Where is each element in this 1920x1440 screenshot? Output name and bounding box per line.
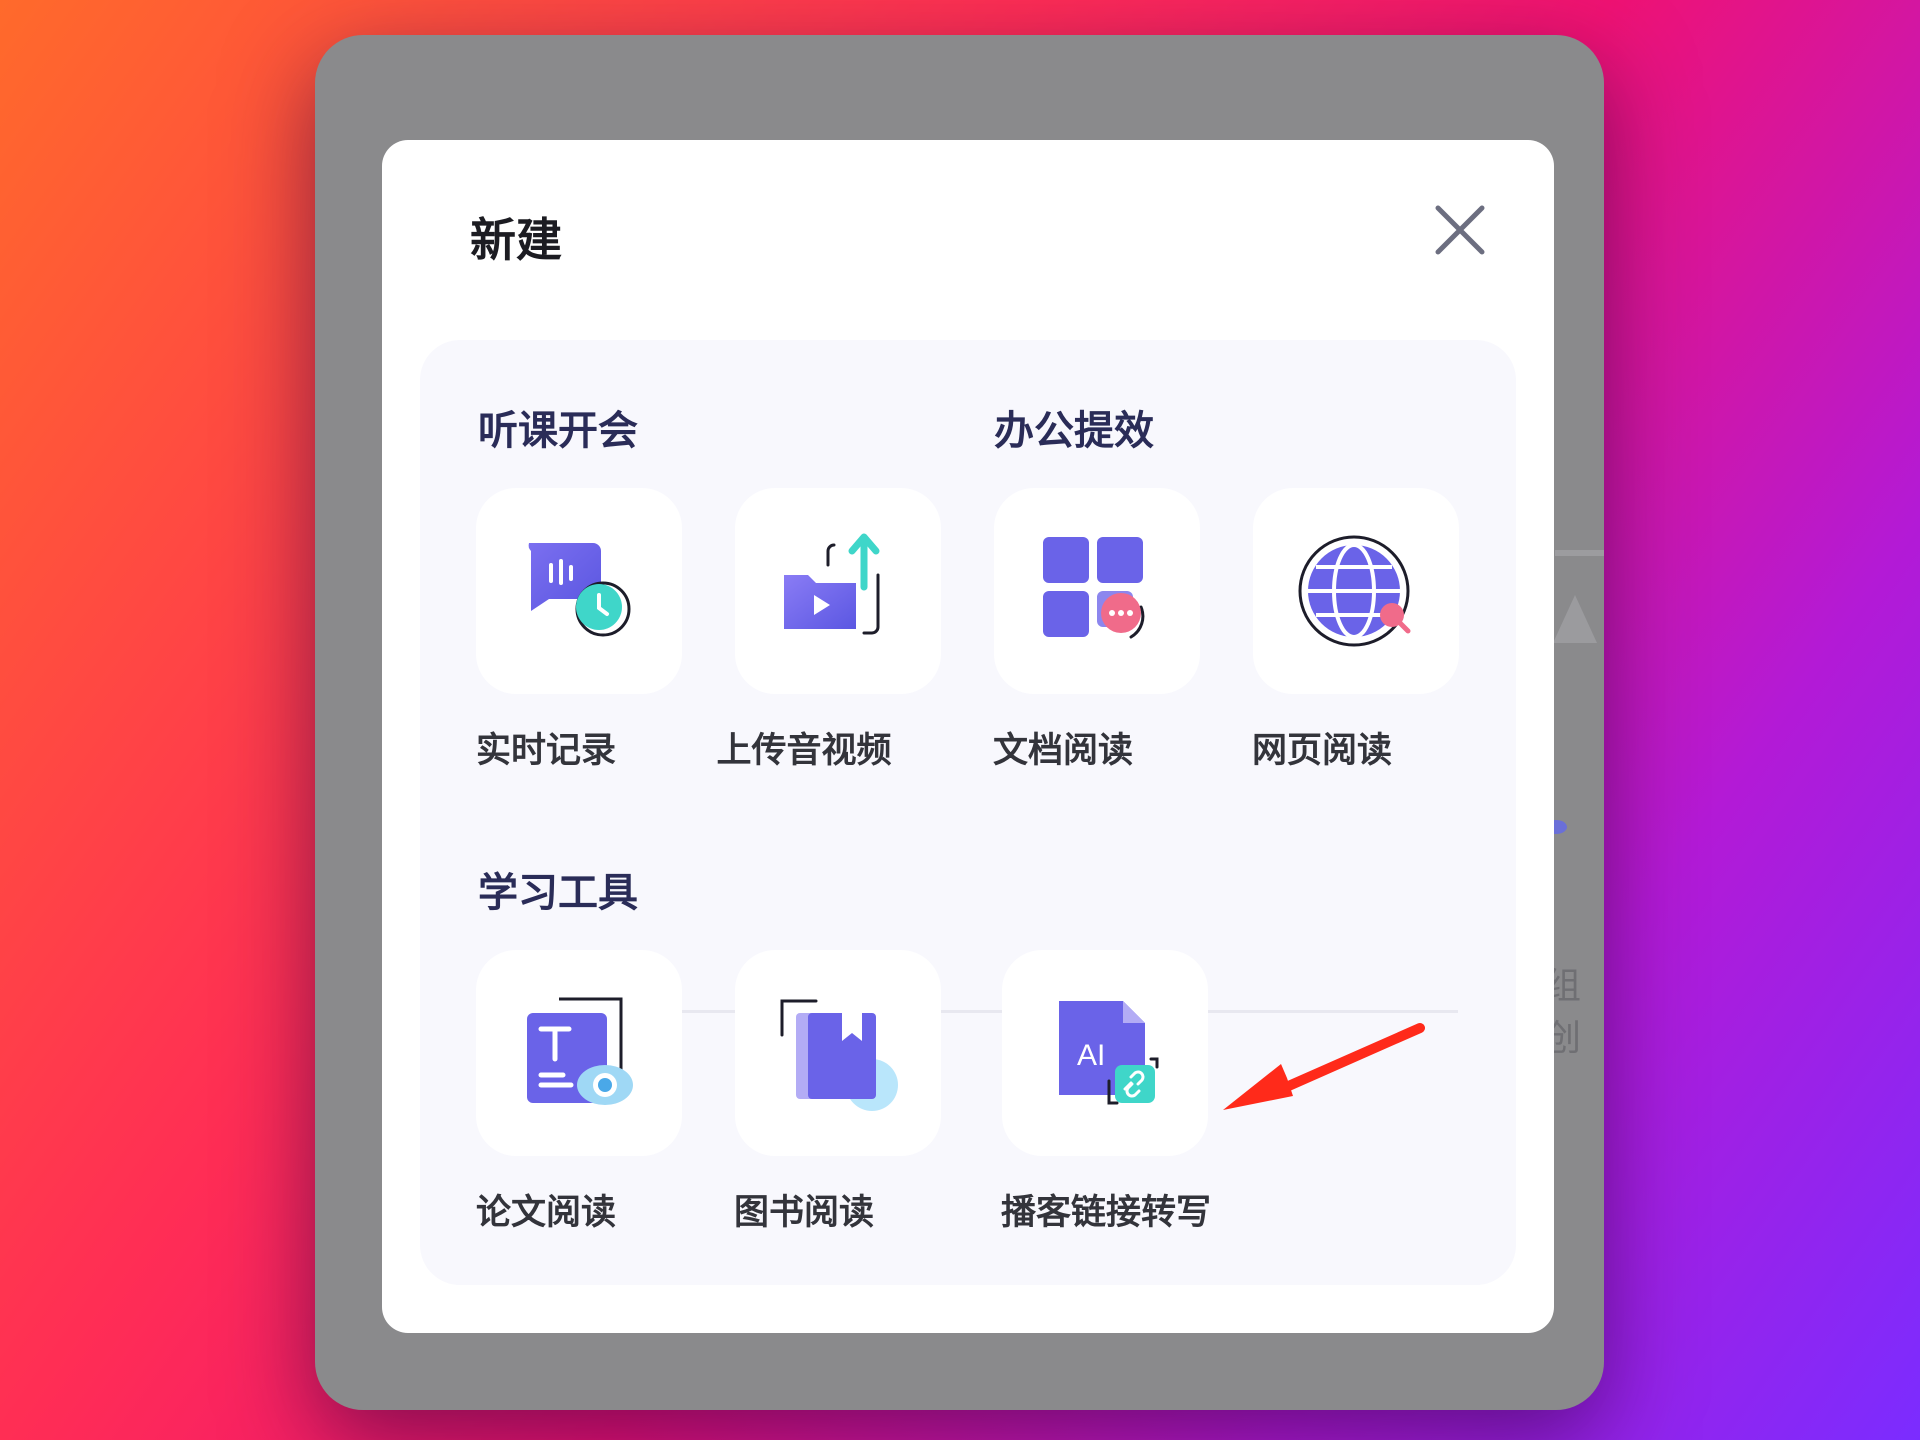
web-read-icon	[1298, 535, 1411, 647]
label-doc-read: 文档阅读	[992, 731, 1133, 771]
dialog-title: 新建	[470, 213, 562, 267]
podcast-link-transcribe-icon: AI	[1059, 1001, 1159, 1105]
realtime-record-icon	[528, 543, 631, 637]
tile-doc-read[interactable]	[994, 488, 1200, 694]
tile-book-read[interactable]	[735, 950, 941, 1156]
svg-text:AI: AI	[1077, 1039, 1105, 1072]
tile-podcast-link-transcribe[interactable]: AI	[1002, 950, 1208, 1156]
tile-upload-av[interactable]	[735, 488, 941, 694]
tile-web-read[interactable]	[1253, 488, 1459, 694]
label-upload-av: 上传音视频	[716, 731, 892, 771]
section-title-study-tools: 学习工具	[478, 870, 638, 916]
paper-read-icon	[527, 997, 633, 1105]
section-title-office: 办公提效	[994, 408, 1154, 454]
close-icon[interactable]	[1432, 202, 1488, 258]
red-arrow	[1223, 1023, 1425, 1110]
background-divider	[1555, 550, 1604, 556]
doc-read-icon	[1043, 537, 1145, 639]
tile-realtime-record[interactable]	[476, 488, 682, 694]
background-shape	[1553, 595, 1597, 643]
options-panel: 听课开会 办公提效 学习工具 实时记录 上传音视频 文档阅读 网页阅读 论文阅读…	[420, 340, 1516, 1285]
new-item-dialog: 新建 听课开会 办公提效 学习工具 实时记录 上传音视频 文档阅读 网页阅读 论…	[382, 140, 1554, 1333]
label-podcast-link-transcribe: 播客链接转写	[1000, 1193, 1211, 1233]
label-realtime-record: 实时记录	[475, 731, 616, 771]
label-web-read: 网页阅读	[1251, 731, 1392, 771]
label-book-read: 图书阅读	[733, 1193, 874, 1233]
tile-paper-read[interactable]	[476, 950, 682, 1156]
label-paper-read: 论文阅读	[475, 1193, 616, 1233]
upload-av-icon	[784, 533, 880, 635]
book-read-icon	[780, 999, 898, 1111]
section-title-lecture-meeting: 听课开会	[478, 408, 638, 454]
